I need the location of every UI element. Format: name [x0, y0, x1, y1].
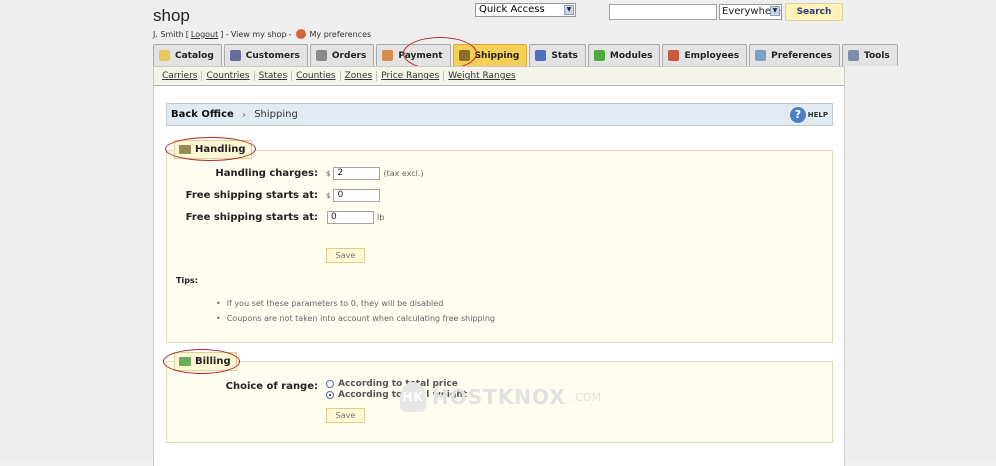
tab-modules[interactable]: Modules — [587, 44, 661, 66]
breadcrumb-current: Shipping — [254, 109, 298, 120]
quick-access-value: Quick Access — [479, 4, 545, 15]
tab-employees[interactable]: Employees — [662, 44, 748, 66]
handling-charges-label: Handling charges: — [215, 168, 318, 179]
user-icon — [295, 29, 306, 39]
handling-charges-row: Handling charges: $ 2 (tax excl.) — [184, 167, 424, 180]
breadcrumb: Back Office › Shipping ? HELP — [166, 103, 833, 126]
sub-navigation: Carriers Countries States Counties Zones… — [153, 66, 845, 86]
cart-icon — [315, 50, 327, 61]
tab-orders[interactable]: Orders — [309, 44, 375, 66]
free-shipping-currency: $ — [326, 191, 331, 200]
chevron-right-icon: › — [241, 108, 247, 121]
subnav-countries[interactable]: Countries — [202, 71, 255, 81]
watermark: HK HOSTKNOX .COM — [400, 382, 601, 412]
wrench-icon — [848, 50, 860, 61]
watermark-text: HOSTKNOX — [432, 385, 566, 409]
weight-unit: lb — [377, 213, 385, 222]
customer-icon — [229, 50, 241, 61]
subnav-weight-ranges[interactable]: Weight Ranges — [444, 71, 519, 81]
tax-note: (tax excl.) — [383, 169, 424, 178]
folder-icon — [159, 50, 170, 61]
free-shipping-weight-input[interactable]: 0 — [327, 211, 374, 224]
free-shipping-price-label: Free shipping starts at: — [185, 190, 318, 201]
search-scope-select[interactable]: Everywhere ▼ — [719, 4, 782, 20]
subnav-states[interactable]: States — [255, 71, 293, 81]
help-button[interactable]: ? HELP — [789, 107, 828, 123]
breadcrumb-root[interactable]: Back Office — [171, 109, 234, 120]
handling-save-button[interactable]: Save — [326, 248, 365, 263]
tab-tools[interactable]: Tools — [842, 44, 898, 66]
tips-title: Tips: — [176, 276, 198, 285]
watermark-suffix: .COM — [571, 390, 602, 404]
help-icon: ? — [789, 107, 806, 123]
tab-customers[interactable]: Customers — [223, 44, 308, 66]
subnav-counties[interactable]: Counties — [292, 71, 341, 81]
tip-item: • Coupons are not taken into account when… — [216, 314, 495, 323]
chevron-down-icon: ▼ — [770, 6, 780, 16]
tab-catalog[interactable]: Catalog — [153, 44, 222, 66]
billing-save-button[interactable]: Save — [326, 408, 365, 423]
main-content: Back Office › Shipping ? HELP Handling H… — [153, 86, 845, 466]
chevron-down-icon: ▼ — [564, 5, 574, 15]
admin-page: shop J. Smith [Logout] - View my shop - … — [153, 0, 898, 466]
user-name: J. Smith — [153, 29, 184, 39]
free-shipping-weight-label: Free shipping starts at: — [185, 212, 318, 223]
tip-item: • If you set these parameters to 0, they … — [216, 299, 444, 308]
chart-icon — [535, 50, 547, 61]
handling-currency: $ — [326, 169, 331, 178]
range-choice-row: Choice of range: — [184, 381, 318, 392]
main-tabs: Catalog Customers Orders Payment Shippin… — [153, 44, 898, 66]
free-shipping-weight-row: Free shipping starts at: 0 lb — [184, 211, 384, 224]
tab-preferences[interactable]: Preferences — [749, 44, 841, 66]
free-shipping-price-row: Free shipping starts at: $ 0 — [184, 189, 381, 202]
search-button[interactable]: Search — [785, 3, 843, 21]
user-line: J. Smith [Logout] - View my shop - My pr… — [153, 29, 372, 39]
logout-link[interactable]: Logout — [191, 30, 218, 39]
free-shipping-price-input[interactable]: 0 — [333, 189, 381, 202]
my-preferences-link[interactable]: My preferences — [310, 30, 372, 39]
preferences-icon — [755, 50, 767, 61]
handling-charges-input[interactable]: 2 — [333, 167, 381, 180]
employee-icon — [668, 50, 680, 61]
subnav-zones[interactable]: Zones — [341, 71, 378, 81]
payment-icon — [382, 50, 394, 61]
search-input[interactable] — [609, 4, 717, 20]
subnav-carriers[interactable]: Carriers — [158, 71, 203, 81]
shop-title: shop — [153, 6, 190, 25]
tab-stats[interactable]: Stats — [529, 44, 586, 66]
radio-price[interactable] — [326, 380, 334, 388]
view-shop-link[interactable]: View my shop — [231, 30, 287, 39]
quick-access-select[interactable]: Quick Access ▼ — [475, 3, 576, 17]
help-label: HELP — [807, 111, 828, 119]
subnav-price-ranges[interactable]: Price Ranges — [377, 71, 445, 81]
radio-weight[interactable] — [326, 391, 334, 399]
handling-legend-highlight — [165, 137, 256, 161]
range-choice-label: Choice of range: — [225, 381, 318, 392]
browser-page: shop J. Smith [Logout] - View my shop - … — [0, 0, 996, 466]
billing-legend-highlight — [163, 349, 240, 374]
puzzle-icon — [593, 50, 605, 61]
watermark-logo: HK — [400, 382, 426, 412]
